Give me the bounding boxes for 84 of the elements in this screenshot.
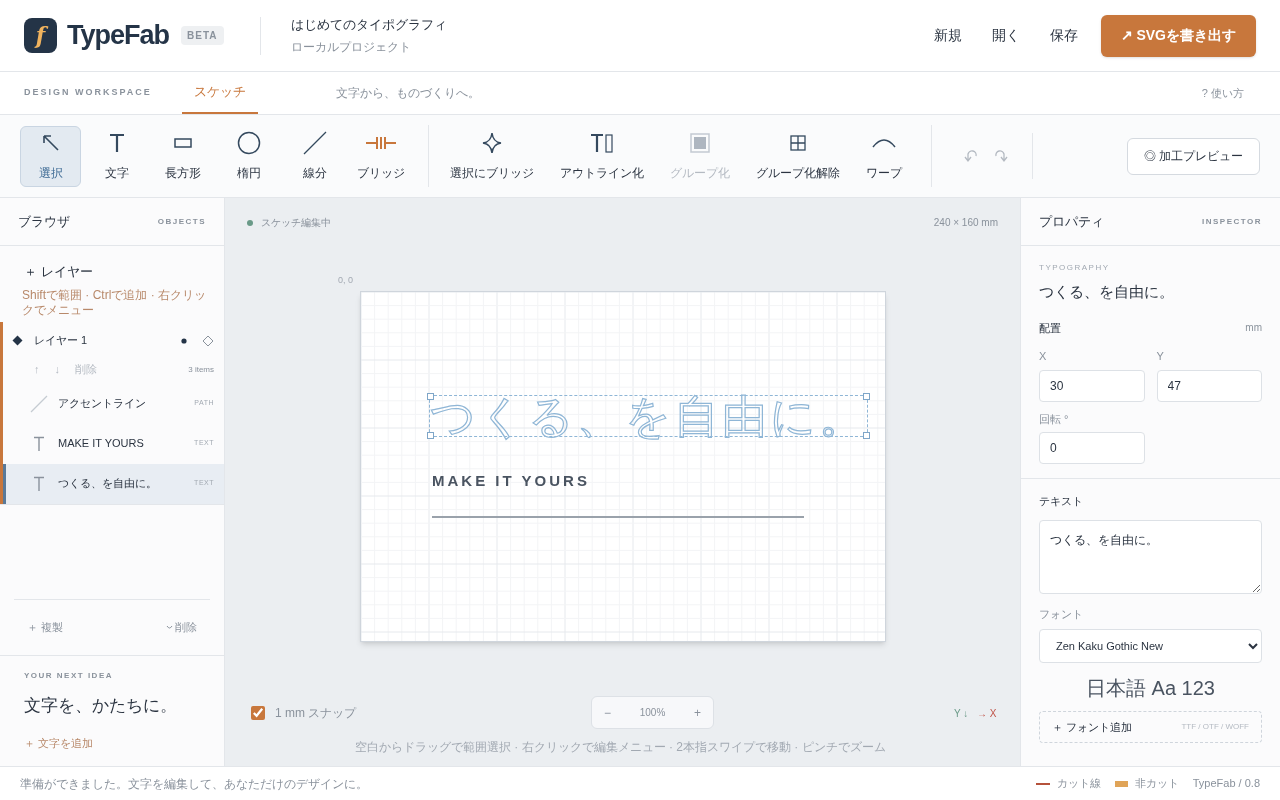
add-font-dropzone[interactable]: ＋ フォント追加 TTF / OTF / WOFF [1039, 711, 1262, 743]
panel-title: ブラウザ [18, 212, 70, 231]
grid-icon [790, 135, 806, 151]
beta-badge: BETA [181, 26, 224, 45]
hint-text: Shiftで範囲 · Ctrlで追加 · 右クリックでメニュー [22, 287, 207, 318]
section-label: TYPOGRAPHY [1039, 262, 1111, 274]
tagline: 文字から、ものづくりへ。 [335, 85, 480, 102]
layer-name[interactable]: レイヤー 1 [34, 332, 181, 349]
number-field[interactable]: 0 [1039, 432, 1145, 464]
tool-button[interactable]: グループ化解除 [747, 125, 849, 187]
tool-button[interactable]: 選択にブリッジ [441, 125, 543, 187]
canvas-size: 240 × 160 mm [933, 216, 998, 230]
item-count: 3 items [188, 363, 214, 376]
field-label: Y [1156, 349, 1165, 364]
snap-label: 1 mm スナップ [275, 705, 357, 722]
dot-icon[interactable] [181, 337, 187, 344]
canvas-hint: 空白からドラッグで範囲選択 · 右クリックで編集メニュー · 2本指スワイプで移動 · ピンチでズーム [355, 739, 886, 756]
field-label: 配置 [1039, 320, 1061, 336]
tool-button[interactable]: 選択 [20, 125, 81, 187]
rectangle-icon [172, 137, 193, 149]
selected-object-name: つくる、を自由に。 [1039, 282, 1175, 302]
project-subtitle: ローカルプロジェクト [290, 39, 412, 57]
line-icon [301, 130, 328, 156]
line-icon [30, 394, 48, 413]
letter-t-icon [33, 435, 45, 452]
tool-button[interactable]: アウトライン化 [551, 125, 653, 187]
diamond-outline-icon[interactable] [202, 334, 214, 347]
unit-label: mm [1245, 321, 1262, 336]
section-label: YOUR NEXT IDEA [24, 670, 114, 682]
bridge-icon [364, 135, 397, 151]
tool-button[interactable]: 長方形 [152, 125, 213, 187]
field-label: X [1039, 349, 1048, 364]
circle-icon [236, 131, 261, 155]
field-label: フォント [1039, 606, 1084, 622]
resize-handle[interactable] [427, 393, 434, 400]
text-area[interactable]: つくる、を自由に。 [1039, 519, 1262, 594]
tool-button[interactable]: 線分 [284, 125, 345, 187]
snap-checkbox[interactable] [251, 706, 265, 720]
resize-handle[interactable] [863, 393, 870, 400]
menu-button[interactable]: 保存 [1034, 17, 1093, 54]
status-message: 準備ができました。文字を編集して、あなただけのデザインに。 [20, 775, 368, 793]
tool-button[interactable]: ブリッジ [350, 125, 411, 187]
diamond-icon[interactable] [12, 335, 23, 346]
number-field[interactable]: 30 [1039, 369, 1145, 402]
panel-title: プロパティ [1039, 212, 1104, 231]
font-formats: TTF / OTF / WOFF [1181, 721, 1249, 733]
letter-t-icon [33, 475, 45, 492]
add-font-label: ＋ フォント追加 [1052, 719, 1133, 735]
panel-tag: OBJECTS [157, 215, 206, 228]
number-field[interactable]: 47 [1156, 369, 1262, 402]
redo-icon[interactable] [994, 149, 1008, 163]
sparkle-icon [482, 132, 502, 154]
outline-text-icon [589, 132, 615, 154]
panel-tag: INSPECTOR [1201, 215, 1262, 228]
zoom-level: 100% [639, 706, 666, 720]
version-label: TypeFab / 0.8 [1192, 776, 1260, 792]
font-select[interactable]: Zen Kaku Gothic New [1039, 629, 1262, 663]
undo-icon[interactable] [964, 149, 978, 163]
font-preview: 日本語 Aa 123 [1086, 676, 1215, 701]
field-label: テキスト [1039, 494, 1084, 509]
add-layer-button[interactable]: ＋ レイヤー [20, 262, 97, 282]
field-label: 回転 ° [1039, 411, 1070, 427]
tool-button[interactable]: ワープ [857, 125, 911, 187]
arc-icon [871, 137, 897, 149]
axis-x-label: → X [977, 707, 997, 721]
section-label: DESIGN WORKSPACE [24, 86, 152, 100]
status-dot-icon [247, 219, 253, 226]
tool-button[interactable]: 文字 [86, 125, 147, 187]
logo-icon: f [24, 18, 57, 53]
preview-button[interactable]: ◎ 加工プレビュー [1126, 137, 1260, 175]
origin-label: 0, 0 [338, 274, 353, 287]
menu-button[interactable]: 開く [976, 17, 1035, 54]
legend-label: カット線 [1056, 776, 1101, 792]
resize-handle[interactable] [863, 432, 870, 439]
legend-label: 非カット [1134, 776, 1179, 792]
axis-y-label: Y ↓ [954, 707, 969, 721]
group-icon [690, 133, 710, 153]
app-name: TypeFab [67, 19, 169, 53]
canvas-text[interactable]: MAKE IT YOURS [432, 470, 590, 493]
canvas-status: スケッチ編集中 [261, 216, 331, 230]
project-title: はじめてのタイポグラフィ [290, 15, 447, 34]
tool-button[interactable]: 楕円 [218, 125, 279, 187]
idea-text: 文字を、かたちに。 [24, 695, 178, 717]
menu-button[interactable]: 新規 [918, 17, 977, 54]
